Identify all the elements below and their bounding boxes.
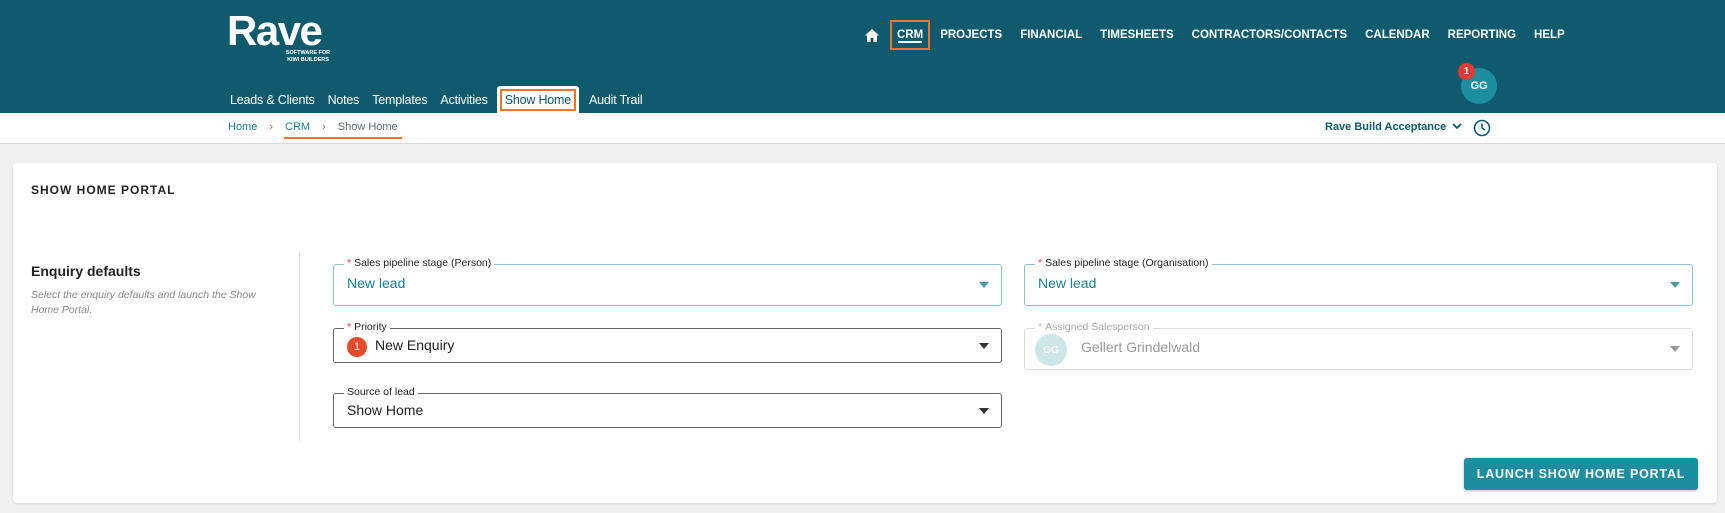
- assigned-salesperson-select: * Assigned Salesperson GG Gellert Grindel…: [1024, 321, 1693, 370]
- source-value: Show Home: [347, 402, 424, 418]
- history-clock-icon[interactable]: [1473, 119, 1491, 137]
- logo-wordmark: Rave: [227, 7, 323, 54]
- priority-select[interactable]: * Priority 1 New Enquiry: [333, 321, 1002, 363]
- subnav-show-home-label: Show Home: [499, 89, 577, 111]
- nav-crm[interactable]: CRM: [890, 20, 931, 50]
- breadcrumb: Home › CRM › Show Home: [228, 121, 398, 133]
- notification-badge: 1: [1458, 63, 1475, 80]
- priority-label: * Priority: [344, 321, 390, 333]
- launch-show-home-portal-button[interactable]: LAUNCH SHOW HOME PORTAL: [1464, 458, 1698, 490]
- stage-org-value: New lead: [1038, 275, 1097, 291]
- dropdown-caret-icon: [1670, 282, 1680, 288]
- nav-financial[interactable]: FINANCIAL: [1020, 29, 1082, 41]
- section-description: Select the enquiry defaults and launch t…: [31, 289, 256, 316]
- subnav-audit-trail[interactable]: Audit Trail: [589, 93, 643, 113]
- dropdown-caret-icon: [979, 282, 989, 288]
- nav-help[interactable]: HELP: [1534, 29, 1565, 41]
- salesperson-avatar: GG: [1035, 334, 1067, 366]
- chevron-down-icon: [1452, 122, 1462, 133]
- subnav-show-home[interactable]: Show Home: [496, 86, 580, 113]
- app-header: Rave SOFTWARE FOR KIWI BUILDERS CRM PROJ…: [0, 0, 1725, 113]
- crm-subnav: Leads & Clients Notes Templates Activiti…: [230, 86, 655, 113]
- organisation-selector[interactable]: Rave Build Acceptance: [1325, 121, 1462, 133]
- card-title: SHOW HOME PORTAL: [31, 183, 176, 197]
- stage-person-label: * Sales pipeline stage (Person): [344, 257, 495, 269]
- breadcrumb-separator: ›: [269, 121, 274, 133]
- stage-person-value: New lead: [347, 275, 406, 291]
- breadcrumb-highlight: [284, 137, 402, 139]
- salesperson-label: * Assigned Salesperson: [1035, 321, 1153, 333]
- subnav-leads-clients[interactable]: Leads & Clients: [230, 93, 315, 113]
- nav-calendar[interactable]: CALENDAR: [1365, 29, 1430, 41]
- breadcrumb-bar: Home › CRM › Show Home Rave Build Accept…: [0, 113, 1725, 144]
- breadcrumb-crm[interactable]: CRM: [285, 121, 310, 133]
- priority-badge: 1: [347, 337, 367, 357]
- stage-person-select[interactable]: * Sales pipeline stage (Person) New lead: [333, 257, 1002, 306]
- subnav-templates[interactable]: Templates: [372, 93, 427, 113]
- nav-timesheets[interactable]: TIMESHEETS: [1100, 29, 1173, 41]
- nav-projects[interactable]: PROJECTS: [940, 29, 1002, 41]
- rave-logo[interactable]: Rave SOFTWARE FOR KIWI BUILDERS: [227, 7, 330, 63]
- top-navigation: CRM PROJECTS FINANCIAL TIMESHEETS CONTRA…: [862, 19, 1583, 51]
- subnav-notes[interactable]: Notes: [328, 93, 360, 113]
- subnav-activities[interactable]: Activities: [440, 93, 488, 113]
- salesperson-value: Gellert Grindelwald: [1081, 339, 1201, 355]
- dropdown-caret-icon: [979, 343, 989, 349]
- stage-org-label: * Sales pipeline stage (Organisation): [1035, 257, 1212, 269]
- dropdown-caret-icon: [979, 408, 989, 414]
- priority-value: New Enquiry: [375, 337, 455, 353]
- home-icon[interactable]: [862, 25, 882, 45]
- nav-contractors-contacts[interactable]: CONTRACTORS/CONTACTS: [1192, 29, 1347, 41]
- organisation-name: Rave Build Acceptance: [1325, 121, 1447, 133]
- nav-reporting[interactable]: REPORTING: [1448, 29, 1516, 41]
- dropdown-caret-icon: [1670, 346, 1680, 352]
- source-label: Source of lead: [344, 386, 418, 398]
- breadcrumb-home[interactable]: Home: [228, 121, 257, 133]
- section-divider: [299, 251, 300, 441]
- logo-tagline: SOFTWARE FOR KIWI BUILDERS: [285, 50, 331, 63]
- breadcrumb-separator: ›: [322, 121, 326, 133]
- source-of-lead-select[interactable]: Source of lead Show Home: [333, 386, 1002, 428]
- section-title: Enquiry defaults: [31, 263, 141, 279]
- show-home-portal-card: SHOW HOME PORTAL Enquiry defaults Select…: [13, 163, 1717, 503]
- breadcrumb-current: Show Home: [337, 121, 398, 133]
- stage-org-select[interactable]: * Sales pipeline stage (Organisation) New…: [1024, 257, 1693, 306]
